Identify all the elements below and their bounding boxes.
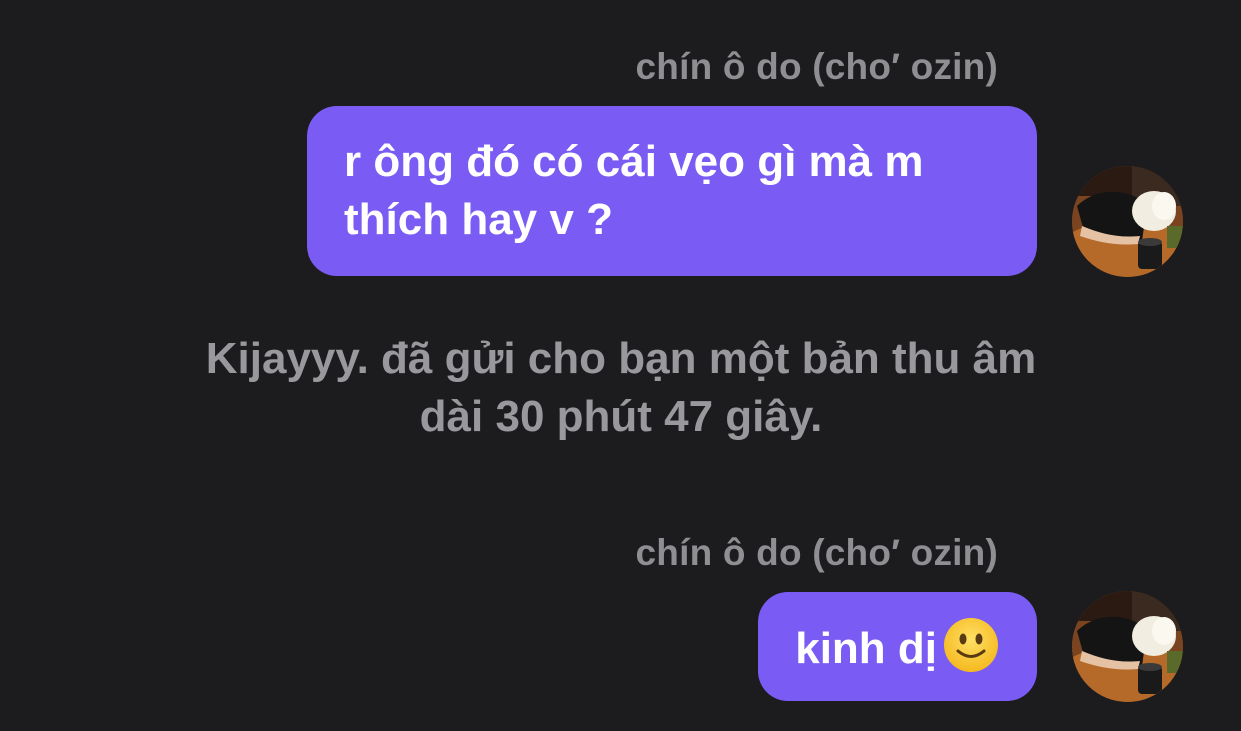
sender-name: chín ô do (cho′ ozin) (635, 46, 998, 87)
notice-line: Kijayyy. đã gửi cho bạn một bản thu âm (205, 334, 1037, 383)
user-avatar-photo-icon (1072, 591, 1183, 702)
chat-screen: chín ô do (cho′ ozin) r ông đó có cái vẹ… (0, 0, 1241, 731)
message-text-line: r ông đó có cái vẹo gì mà m (344, 137, 924, 186)
message-bubble[interactable]: r ông đó có cái vẹo gì mà m thích hay v … (307, 106, 1037, 276)
message-text: kinh dị (795, 624, 937, 673)
avatar[interactable] (1072, 166, 1183, 277)
avatar[interactable] (1072, 591, 1183, 702)
user-avatar-photo-icon (1072, 166, 1183, 277)
message-bubble[interactable]: kinh dị (758, 592, 1037, 701)
slightly-smiling-face-icon (943, 617, 999, 673)
sender-name: chín ô do (cho′ ozin) (635, 532, 998, 573)
voice-recording-notice: Kijayyy. đã gửi cho bạn một bản thu âm d… (140, 330, 1102, 446)
notice-line: dài 30 phút 47 giây. (419, 392, 823, 441)
message-text-line: thích hay v ? (344, 195, 613, 244)
